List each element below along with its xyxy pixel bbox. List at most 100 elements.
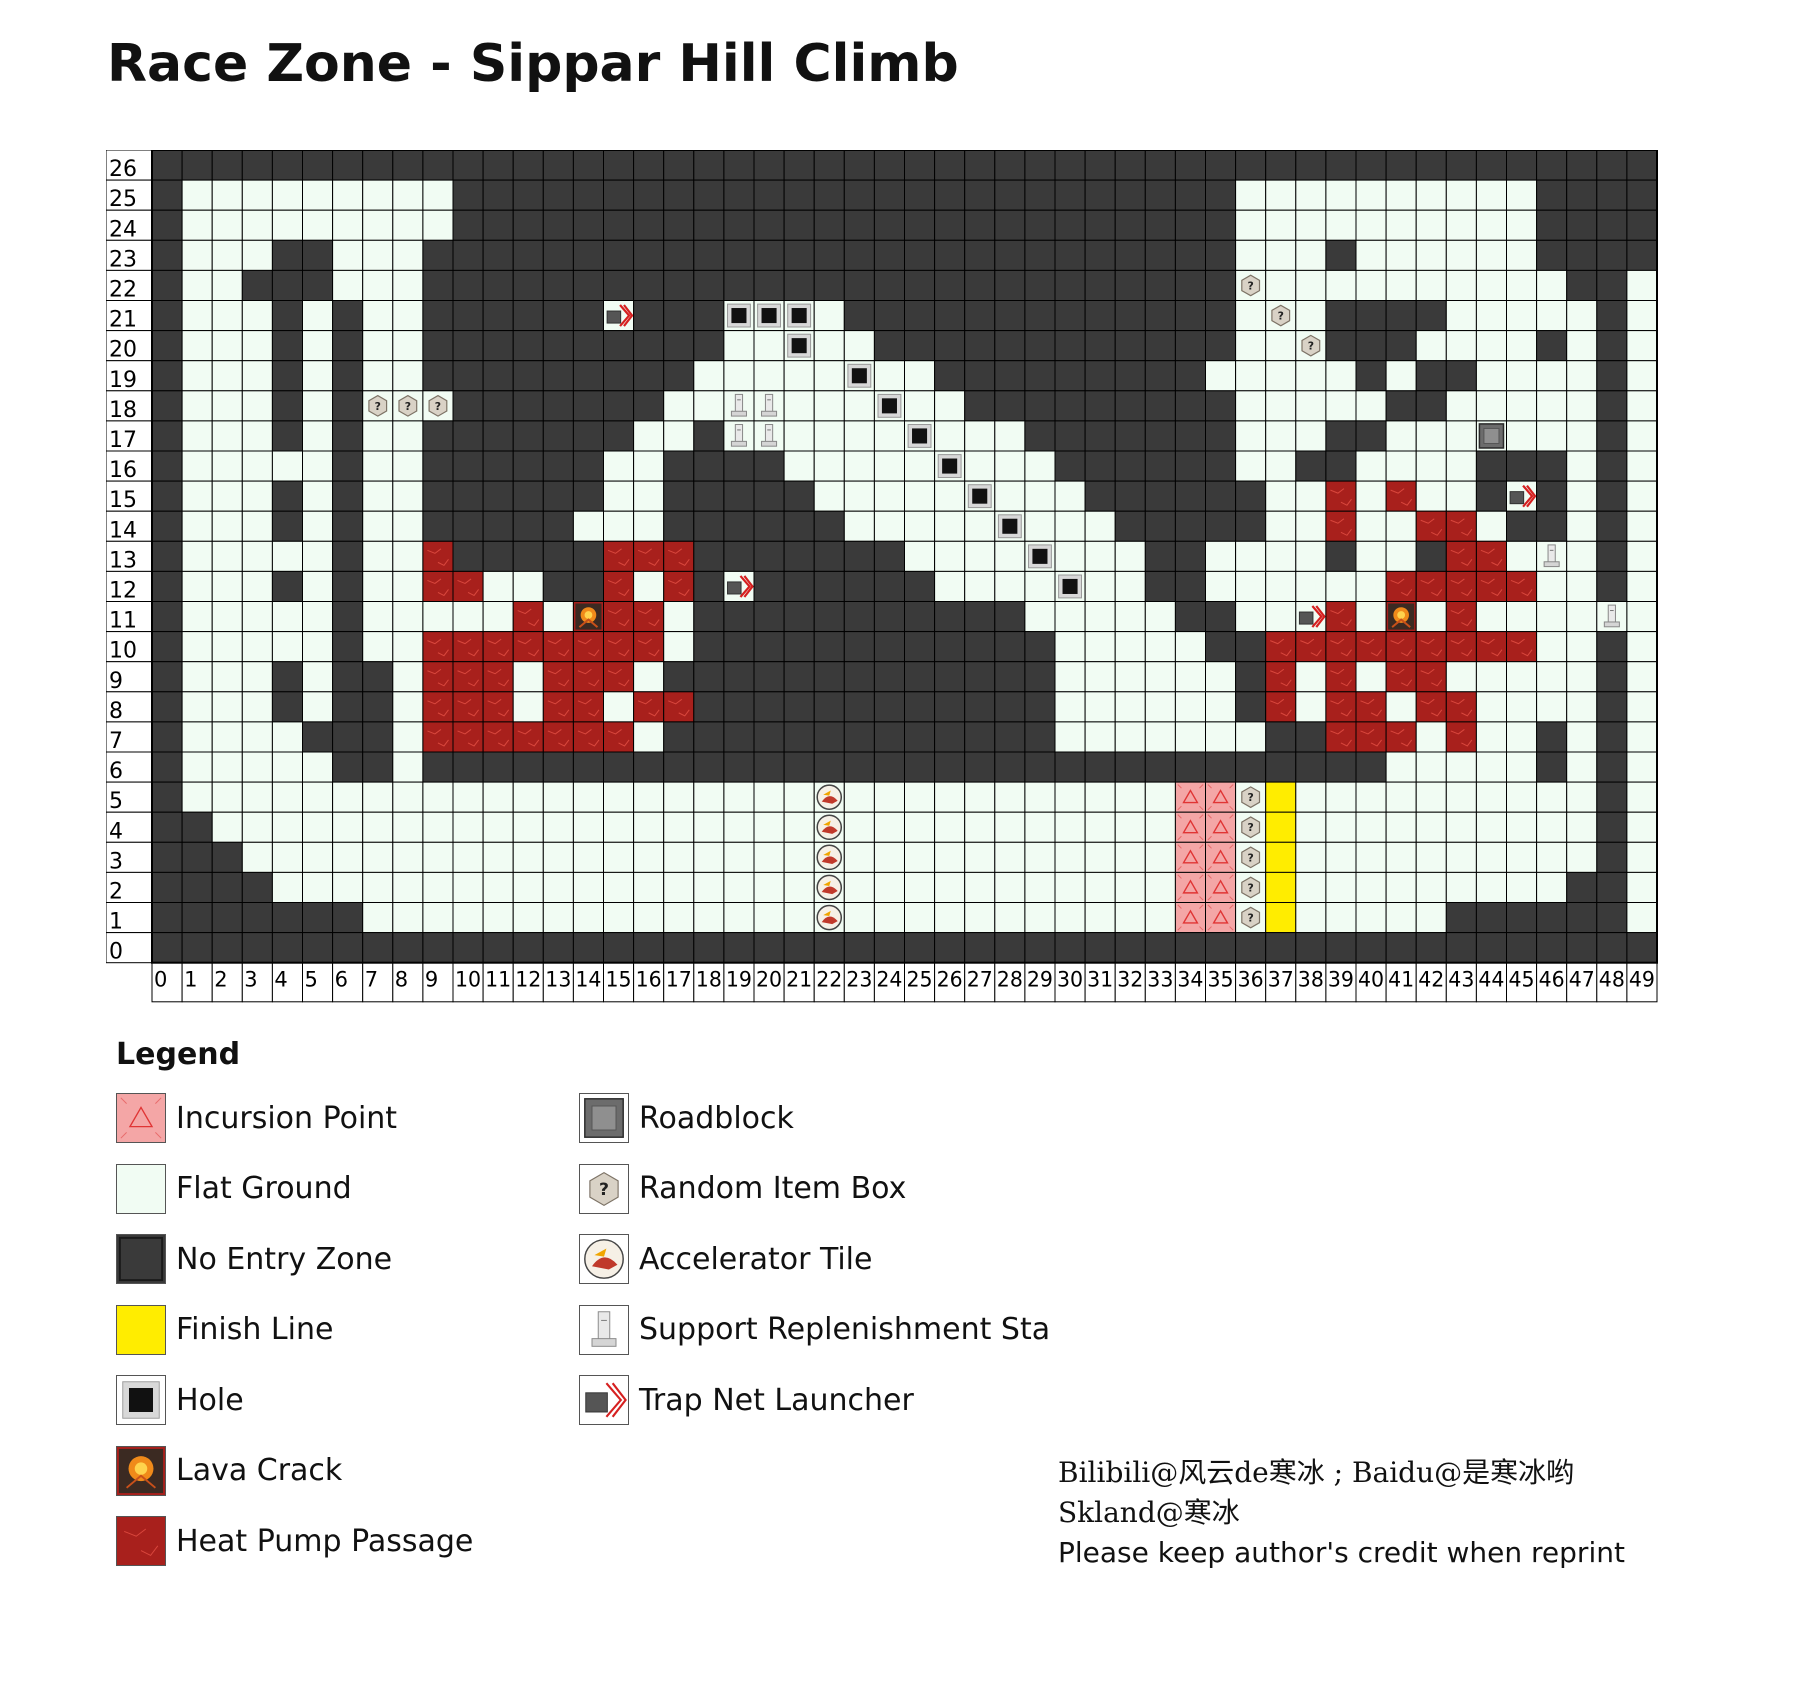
no-entry-cell <box>633 300 665 332</box>
flat-ground-cell <box>1295 420 1327 452</box>
no-entry-cell <box>904 751 936 783</box>
no-entry-cell <box>723 751 755 783</box>
flat-ground-cell <box>271 450 303 482</box>
no-entry-cell <box>783 540 815 572</box>
no-entry-cell <box>1596 661 1628 693</box>
no-entry-cell <box>1114 751 1146 783</box>
no-entry-cell <box>482 932 514 964</box>
no-entry-cell <box>1114 932 1146 964</box>
heat-pump-cell <box>1506 570 1538 602</box>
incursion-point-cell <box>1205 781 1237 813</box>
flat-ground-cell <box>1415 209 1447 241</box>
column-label: 22 <box>816 968 842 992</box>
flat-ground-cell <box>934 902 966 934</box>
flat-ground-cell <box>1114 601 1146 633</box>
no-entry-cell <box>783 691 815 723</box>
no-entry-cell <box>663 269 695 302</box>
no-entry-cell <box>1205 480 1237 512</box>
flat-ground-cell <box>1626 721 1658 753</box>
flat-ground-cell <box>1265 601 1297 633</box>
no-entry-cell <box>1024 300 1056 332</box>
flat-ground-cell <box>1475 721 1508 753</box>
no-entry-cell <box>1084 932 1116 964</box>
flat-ground-cell <box>1295 902 1327 934</box>
heat-pump-cell <box>422 721 454 753</box>
incursion-point-cell <box>1174 841 1207 873</box>
heat-pump-cell <box>1475 570 1508 602</box>
flat-ground-cell <box>181 691 213 723</box>
no-entry-cell <box>1596 841 1628 873</box>
no-entry-cell <box>633 360 665 392</box>
flat-ground-cell <box>753 781 785 813</box>
flat-ground-cell <box>1174 661 1207 693</box>
no-entry-cell <box>904 631 936 663</box>
no-entry-cell <box>512 540 544 572</box>
no-entry-cell <box>843 209 875 241</box>
no-entry-cell <box>1415 390 1447 422</box>
no-entry-cell <box>813 661 845 693</box>
item-box-cell: ? <box>1235 269 1267 302</box>
no-entry-cell <box>332 480 364 512</box>
flat-ground-cell <box>783 841 815 873</box>
heat-pump-cell <box>633 631 665 663</box>
column-label: 43 <box>1448 968 1474 992</box>
flat-ground-cell <box>1355 239 1387 271</box>
no-entry-cell <box>1355 360 1387 392</box>
no-entry-cell <box>542 510 574 542</box>
row-label: 24 <box>109 217 137 242</box>
legend-item-itembox: ? Random Item Box <box>579 1163 906 1215</box>
flat-ground-cell <box>1265 570 1297 602</box>
item-box-cell: ? <box>1235 841 1267 873</box>
no-entry-cell <box>693 330 725 362</box>
flat-ground-cell <box>1235 390 1267 422</box>
no-entry-cell <box>1114 269 1146 302</box>
column-label: 38 <box>1298 968 1324 992</box>
no-entry-cell <box>1596 691 1628 723</box>
no-entry-cell <box>1626 150 1658 181</box>
no-entry-cell <box>603 150 635 181</box>
flat-ground-cell <box>1415 841 1447 873</box>
flat-ground-cell <box>452 811 484 843</box>
no-entry-cell <box>271 300 303 332</box>
row-label: 26 <box>109 157 137 182</box>
no-entry-cell <box>1084 420 1116 452</box>
no-entry-cell <box>904 570 936 602</box>
flat-ground-cell <box>241 570 273 602</box>
flat-ground-cell <box>1084 661 1116 693</box>
flat-ground-cell <box>302 841 334 873</box>
no-entry-cell <box>934 691 966 723</box>
no-entry-cell <box>1054 150 1086 181</box>
flat-ground-cell <box>1084 570 1116 602</box>
flat-ground-cell <box>1295 540 1327 572</box>
no-entry-cell <box>1054 330 1086 362</box>
flat-ground-cell <box>181 540 213 572</box>
flat-ground-cell <box>994 450 1026 482</box>
no-entry-cell <box>843 239 875 271</box>
legend-label: Heat Pump Passage <box>176 1523 474 1559</box>
no-entry-cell <box>151 239 183 271</box>
flat-ground-cell <box>1475 781 1508 813</box>
flat-ground-cell <box>1445 480 1477 512</box>
row-label: 9 <box>109 669 123 694</box>
flat-ground-cell <box>1325 390 1357 422</box>
flat-ground-cell <box>1415 480 1447 512</box>
no-entry-cell <box>1355 420 1387 452</box>
hole-icon <box>116 1375 166 1425</box>
no-entry-cell <box>151 209 183 241</box>
no-entry-cell <box>1445 902 1477 934</box>
no-entry-cell <box>271 420 303 452</box>
column-label: 41 <box>1388 968 1414 992</box>
flat-ground-cell <box>904 450 936 482</box>
heat-pump-cell <box>1325 691 1357 723</box>
flat-ground-cell <box>1506 209 1538 241</box>
no-entry-cell <box>1205 239 1237 271</box>
flat-ground-cell <box>392 300 424 332</box>
flat-ground-cell <box>663 902 695 934</box>
no-entry-cell <box>783 661 815 693</box>
heat-pump-cell <box>422 691 454 723</box>
flat-ground-cell <box>603 450 635 482</box>
no-entry-cell <box>603 330 635 362</box>
no-entry-cell <box>1114 510 1146 542</box>
flat-ground-cell <box>1265 540 1297 572</box>
no-entry-cell <box>783 570 815 602</box>
